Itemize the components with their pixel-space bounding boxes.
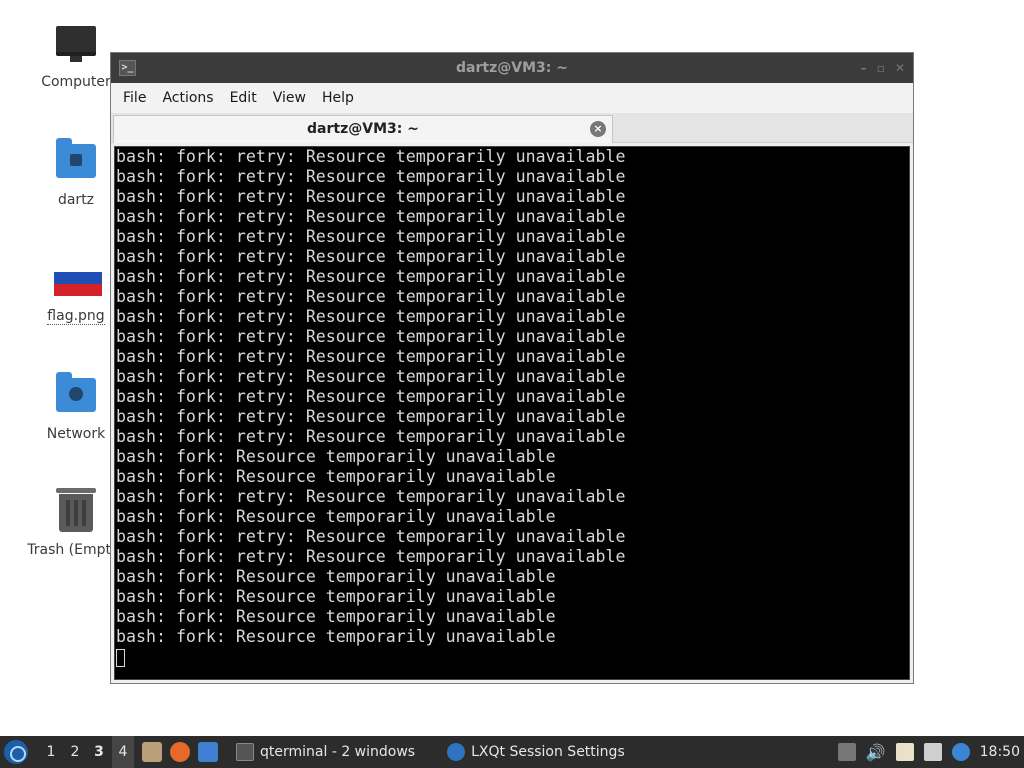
- terminal-line: bash: fork: retry: Resource temporarily …: [116, 147, 626, 166]
- terminal-line: bash: fork: Resource temporarily unavail…: [116, 567, 556, 586]
- terminal-line: bash: fork: retry: Resource temporarily …: [116, 227, 626, 246]
- menubar: File Actions Edit View Help: [111, 83, 913, 113]
- terminal-line: bash: fork: retry: Resource temporarily …: [116, 427, 626, 446]
- terminal-line: bash: fork: retry: Resource temporarily …: [116, 387, 626, 406]
- terminal-app-icon: >_: [119, 60, 136, 76]
- text-cursor: [116, 648, 125, 667]
- tab-close-icon[interactable]: ×: [590, 121, 606, 137]
- tray-expand-icon[interactable]: [837, 743, 856, 761]
- image-file-icon: [54, 260, 102, 304]
- terminal-icon: [236, 743, 254, 761]
- terminal-line: bash: fork: Resource temporarily unavail…: [116, 447, 556, 466]
- desktop-icon-label: flag.png: [47, 308, 105, 325]
- terminal-line: bash: fork: retry: Resource temporarily …: [116, 327, 626, 346]
- terminal-line: bash: fork: Resource temporarily unavail…: [116, 467, 556, 486]
- menu-help[interactable]: Help: [314, 90, 362, 106]
- clipboard-icon[interactable]: [895, 743, 914, 761]
- session-settings-icon: [447, 743, 466, 761]
- trash-icon: [54, 488, 98, 538]
- menu-view[interactable]: View: [265, 90, 314, 106]
- update-notifier-icon[interactable]: [951, 743, 970, 761]
- terminal-output[interactable]: bash: fork: retry: Resource temporarily …: [114, 146, 910, 680]
- minimize-icon[interactable]: –: [861, 53, 867, 83]
- terminal-line: bash: fork: retry: Resource temporarily …: [116, 207, 626, 226]
- terminal-window[interactable]: >_ dartz@VM3: ~ – ▫ ✕ File Actions Edit …: [110, 52, 914, 684]
- network-folder-icon: [54, 372, 98, 422]
- close-icon[interactable]: ✕: [895, 53, 905, 83]
- menu-file[interactable]: File: [115, 90, 154, 106]
- start-menu-icon[interactable]: [4, 740, 28, 764]
- task-label: LXQt Session Settings: [471, 744, 625, 760]
- terminal-line: bash: fork: retry: Resource temporarily …: [116, 547, 626, 566]
- terminal-line: bash: fork: Resource temporarily unavail…: [116, 587, 556, 606]
- menu-edit[interactable]: Edit: [222, 90, 265, 106]
- terminal-line: bash: fork: retry: Resource temporarily …: [116, 347, 626, 366]
- maximize-icon[interactable]: ▫: [877, 53, 885, 83]
- terminal-line: bash: fork: retry: Resource temporarily …: [116, 287, 626, 306]
- window-title: dartz@VM3: ~: [456, 60, 568, 76]
- desktop-switch-2[interactable]: 2: [64, 736, 86, 768]
- clock[interactable]: 18:50: [980, 744, 1020, 760]
- terminal-line: bash: fork: retry: Resource temporarily …: [116, 247, 626, 266]
- terminal-line: bash: fork: retry: Resource temporarily …: [116, 267, 626, 286]
- home-folder-icon: [54, 138, 98, 188]
- tab-terminal[interactable]: dartz@VM3: ~ ×: [113, 115, 613, 143]
- terminal-line: bash: fork: retry: Resource temporarily …: [116, 407, 626, 426]
- terminal-line: bash: fork: retry: Resource temporarily …: [116, 367, 626, 386]
- terminal-line: bash: fork: Resource temporarily unavail…: [116, 627, 556, 646]
- tab-title: dartz@VM3: ~: [307, 121, 419, 137]
- task-label: qterminal - 2 windows: [260, 744, 416, 760]
- desktop-switch-1[interactable]: 1: [40, 736, 62, 768]
- terminal-line: bash: fork: retry: Resource temporarily …: [116, 187, 626, 206]
- task-session-settings[interactable]: LXQt Session Settings: [439, 736, 633, 768]
- volume-icon[interactable]: 🔊: [866, 743, 886, 762]
- task-qterminal[interactable]: qterminal - 2 windows: [228, 736, 423, 768]
- system-tray: 🔊 18:50: [837, 743, 1024, 762]
- tab-bar: dartz@VM3: ~ ×: [111, 113, 913, 143]
- show-desktop-icon[interactable]: [198, 742, 218, 762]
- taskbar: 1 2 3 4 qterminal - 2 windows LXQt Sessi…: [0, 736, 1024, 768]
- computer-icon: [54, 26, 98, 70]
- terminal-line: bash: fork: retry: Resource temporarily …: [116, 527, 626, 546]
- menu-actions[interactable]: Actions: [154, 90, 221, 106]
- terminal-line: bash: fork: Resource temporarily unavail…: [116, 507, 556, 526]
- desktop-switch-3[interactable]: 3: [88, 736, 110, 768]
- terminal-line: bash: fork: retry: Resource temporarily …: [116, 307, 626, 326]
- file-manager-icon[interactable]: [142, 742, 162, 762]
- terminal-line: bash: fork: Resource temporarily unavail…: [116, 607, 556, 626]
- terminal-line: bash: fork: retry: Resource temporarily …: [116, 167, 626, 186]
- desktop-switch-4[interactable]: 4: [112, 736, 134, 768]
- terminal-prompt[interactable]: [116, 647, 909, 667]
- window-titlebar[interactable]: >_ dartz@VM3: ~ – ▫ ✕: [111, 53, 913, 83]
- firefox-icon[interactable]: [170, 742, 190, 762]
- network-icon[interactable]: [923, 743, 942, 761]
- terminal-line: bash: fork: retry: Resource temporarily …: [116, 487, 626, 506]
